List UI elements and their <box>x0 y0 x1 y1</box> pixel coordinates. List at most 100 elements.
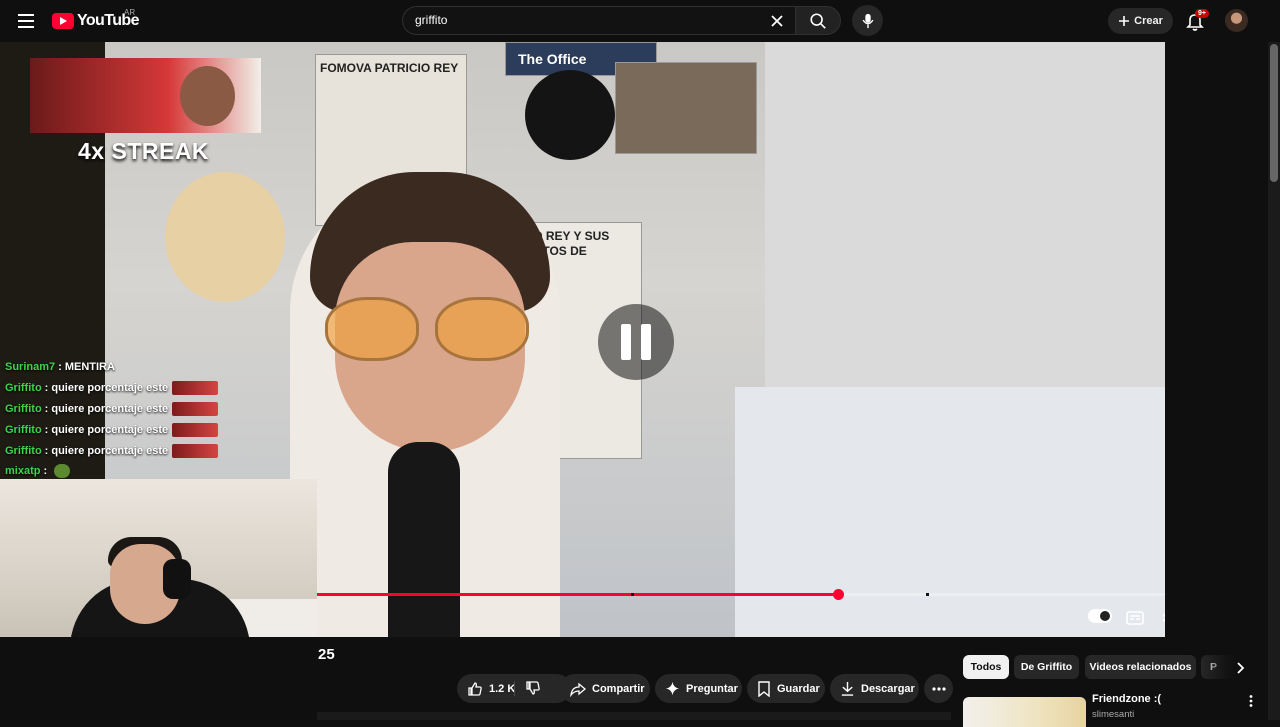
scrollbar-thumb[interactable] <box>1270 44 1278 182</box>
chat-text: quiere porcentaje este <box>51 423 169 436</box>
handheld-microphone <box>388 442 460 637</box>
video-title: 25 <box>318 646 335 663</box>
more-horizontal-icon <box>931 686 946 691</box>
chat-separator: : <box>44 382 49 395</box>
chat-separator: : <box>44 402 49 415</box>
search-input[interactable]: griffito <box>415 13 755 27</box>
microphone-icon <box>862 13 873 28</box>
facecam <box>0 479 317 637</box>
dislike-button[interactable] <box>525 680 541 699</box>
more-actions-button[interactable] <box>924 674 953 703</box>
settings-gear-icon[interactable] <box>1157 605 1165 631</box>
create-button[interactable]: Crear <box>1108 8 1173 34</box>
recommendation-thumbnail[interactable] <box>963 697 1086 727</box>
office-sign-text: The Office <box>518 51 587 67</box>
chat-username: Griffito <box>5 402 42 415</box>
chat-username: mixatp <box>5 465 41 478</box>
search-button[interactable] <box>795 6 841 35</box>
search-icon <box>810 12 826 29</box>
chip-videos-relacionados[interactable]: Videos relacionados <box>1085 655 1196 679</box>
chat-message: Surinam7: MENTIRA <box>5 357 225 378</box>
streak-face <box>180 66 235 126</box>
chapter-marker <box>926 593 929 596</box>
chat-separator: : <box>58 361 62 374</box>
save-label: Guardar <box>777 682 820 695</box>
recommendation-channel[interactable]: slimesanti <box>1092 709 1134 720</box>
progress-scrubber[interactable] <box>832 589 844 600</box>
chat-text: quiere porcentaje este <box>51 402 169 415</box>
pause-icon-bar <box>641 324 651 360</box>
streak-overlay-image <box>30 58 261 133</box>
chat-username: Griffito <box>5 423 42 436</box>
chat-message: Griffito: quiere porcentaje este <box>5 378 225 399</box>
stream-chat: Surinam7: MENTIRA Griffito: quiere porcenta… <box>5 357 225 482</box>
chips-fade <box>1200 655 1260 679</box>
chat-text: quiere porcentaje este <box>51 444 169 457</box>
chat-text: quiere porcentaje este <box>51 382 169 395</box>
page-scrollbar[interactable] <box>1268 42 1280 720</box>
chapter-marker <box>631 593 634 596</box>
chat-separator: : <box>43 465 48 478</box>
wall-right <box>765 42 1165 387</box>
chat-separator: : <box>44 444 49 457</box>
chip-todos[interactable]: Todos <box>963 655 1009 679</box>
youtube-play-icon <box>52 13 74 29</box>
ask-label: Preguntar <box>686 682 738 695</box>
chat-emote <box>172 381 219 396</box>
chat-username: Surinam7 <box>5 361 56 374</box>
autoplay-toggle[interactable] <box>1088 609 1112 623</box>
video-player[interactable]: The Office FOMOVA PATRICIO REY PATRICIO … <box>0 42 1165 637</box>
menu-icon[interactable] <box>14 9 38 33</box>
lamp <box>165 172 285 302</box>
chat-message: Griffito: quiere porcentaje este <box>5 419 225 440</box>
chip-de-griffito[interactable]: De Griffito <box>1014 655 1079 679</box>
pause-icon-bar <box>621 324 631 360</box>
photo-poster <box>615 62 757 154</box>
progress-bar[interactable] <box>317 589 1165 600</box>
share-icon <box>570 682 586 697</box>
create-label: Crear <box>1134 15 1163 27</box>
top-bar: YouTube AR griffito Crear 9+ <box>0 0 1280 42</box>
download-icon <box>841 681 854 696</box>
sunglasses <box>325 297 535 361</box>
description-box-edge <box>317 712 951 720</box>
recommendation-title[interactable]: Friendzone :( <box>1092 693 1161 705</box>
share-button[interactable]: Compartir <box>560 674 650 703</box>
poster-top-text: FOMOVA PATRICIO REY <box>320 61 459 75</box>
like-divider <box>514 681 515 696</box>
plus-icon <box>1119 16 1130 26</box>
vinyl-record <box>525 70 615 160</box>
account-avatar[interactable] <box>1225 9 1248 32</box>
more-vertical-icon[interactable] <box>1244 694 1258 708</box>
facecam-headset <box>163 559 191 599</box>
clear-icon[interactable] <box>767 11 787 31</box>
like-count: 1.2 K <box>489 682 516 695</box>
ask-button[interactable]: Preguntar <box>655 674 742 703</box>
chat-emote <box>172 422 219 437</box>
bookmark-icon <box>758 680 770 697</box>
subtitles-icon[interactable] <box>1122 605 1148 631</box>
voice-search-button[interactable] <box>852 5 883 36</box>
chat-username: Griffito <box>5 444 42 457</box>
chat-message: Griffito: quiere porcentaje este <box>5 399 225 420</box>
save-button[interactable]: Guardar <box>747 674 825 703</box>
chat-emote <box>172 401 219 416</box>
chat-username: Griffito <box>5 382 42 395</box>
drawings-wall <box>735 387 1165 637</box>
sparkle-icon <box>665 681 680 696</box>
notification-count-badge: 9+ <box>1195 9 1209 18</box>
search-box[interactable]: griffito <box>402 6 795 35</box>
share-label: Compartir <box>592 682 645 695</box>
chat-message: Griffito: quiere porcentaje este <box>5 440 225 461</box>
chat-emote <box>54 464 71 479</box>
chat-text: MENTIRA <box>64 361 115 374</box>
like-button[interactable]: 1.2 K <box>461 681 515 697</box>
download-button[interactable]: Descargar <box>830 674 919 703</box>
country-code: AR <box>124 8 136 17</box>
download-label: Descargar <box>861 682 915 695</box>
chat-separator: : <box>44 423 49 436</box>
chevron-right-icon[interactable] <box>1232 660 1248 676</box>
thumbs-up-icon <box>468 681 482 696</box>
chat-emote <box>172 443 219 458</box>
pause-button[interactable] <box>598 304 674 380</box>
